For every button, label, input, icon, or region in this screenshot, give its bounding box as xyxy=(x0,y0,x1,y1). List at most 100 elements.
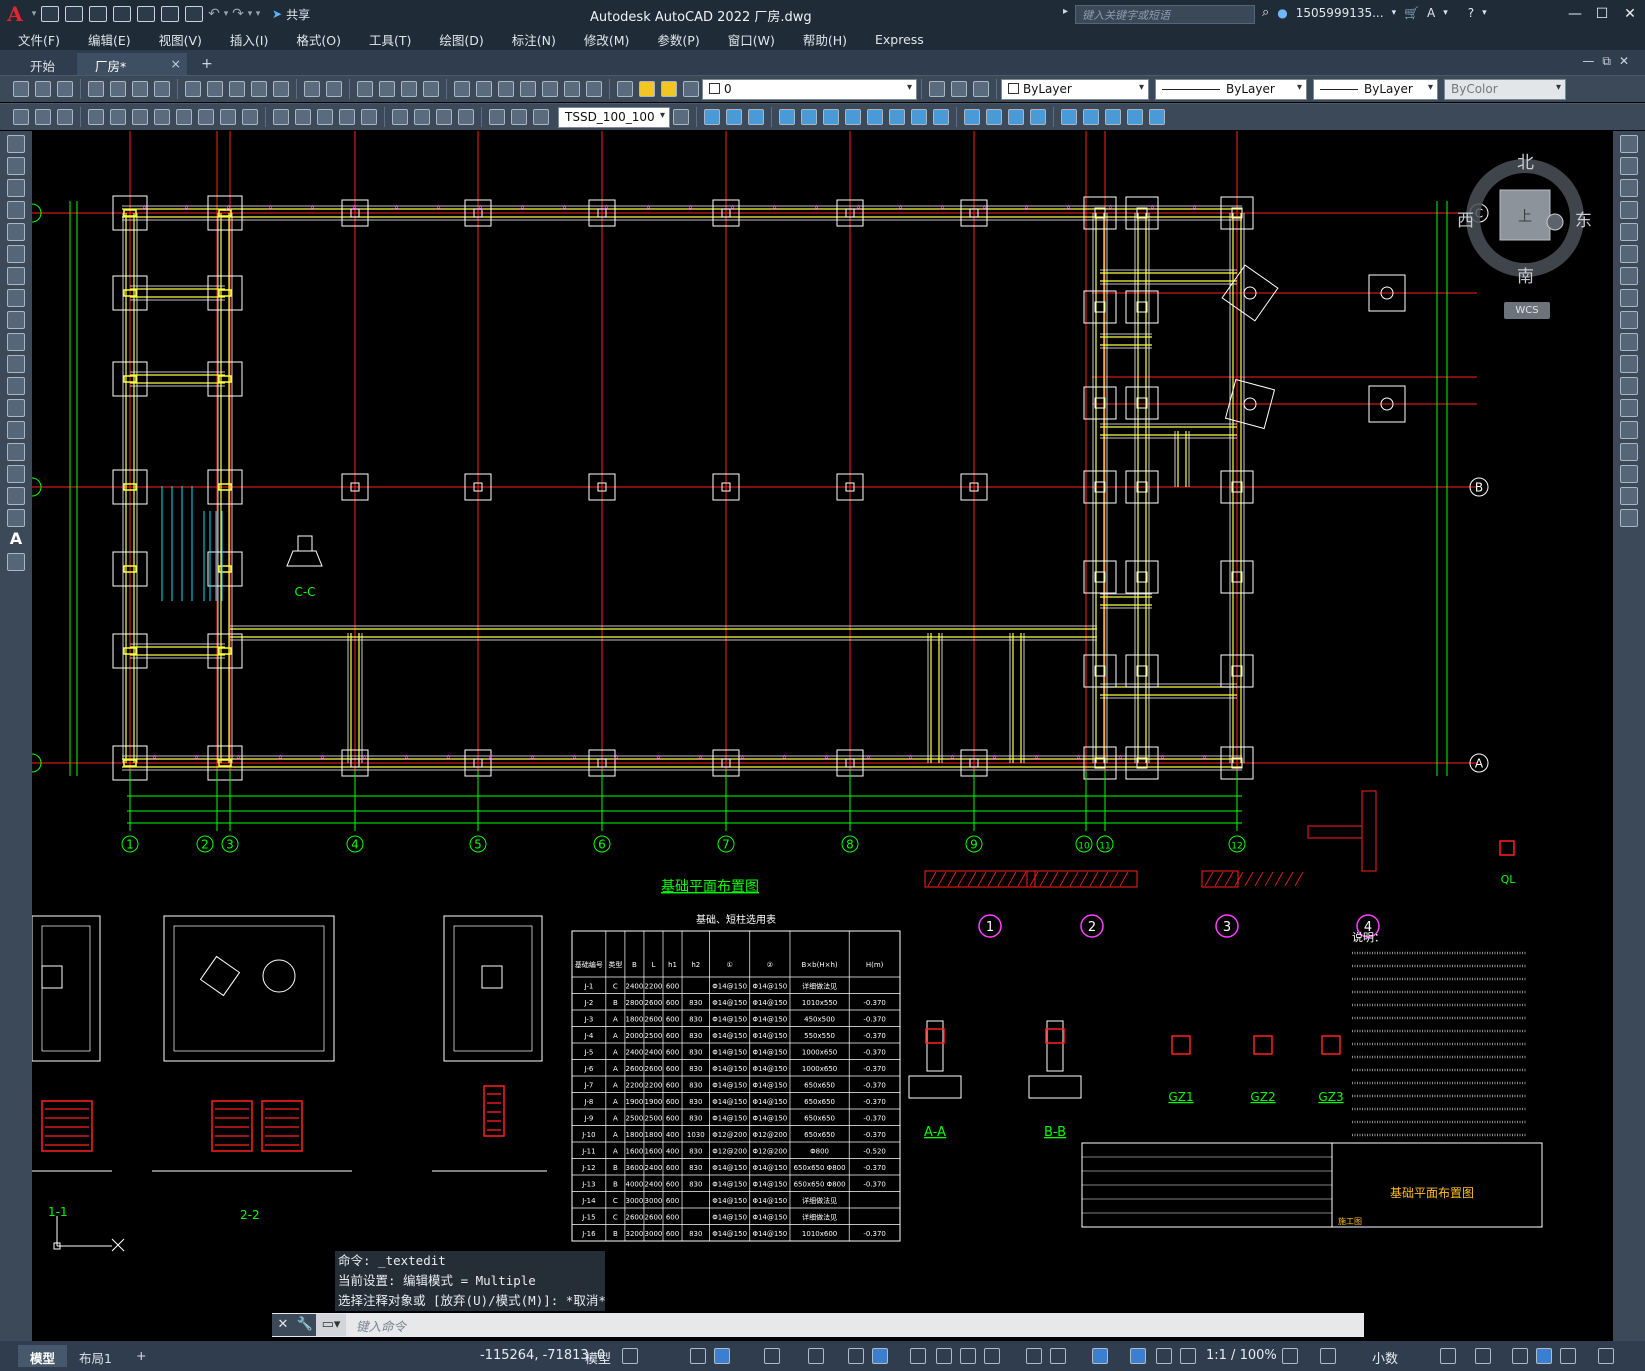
modify-1-icon[interactable] xyxy=(704,109,720,125)
quick-properties-icon[interactable] xyxy=(1440,1348,1456,1364)
search-expand-icon[interactable]: ▸ xyxy=(1063,6,1068,17)
compass-east[interactable]: 东 xyxy=(1575,206,1592,231)
radius-dim-icon[interactable] xyxy=(176,109,192,125)
autodesk-app-icon[interactable]: A xyxy=(1427,6,1435,20)
extend-icon[interactable] xyxy=(1620,355,1638,373)
infer-constraints-icon[interactable] xyxy=(690,1348,706,1364)
publish-icon[interactable] xyxy=(132,81,148,97)
menu-modify[interactable]: 修改(M) xyxy=(584,30,630,49)
help-dropdown-icon[interactable]: ▾ xyxy=(1482,8,1487,18)
design-center-icon[interactable] xyxy=(476,81,492,97)
menu-format[interactable]: 格式(O) xyxy=(296,30,341,49)
3d-dwf-icon[interactable] xyxy=(154,81,170,97)
move-icon[interactable] xyxy=(1620,245,1638,263)
modify-13-icon[interactable] xyxy=(986,109,1002,125)
trim-icon[interactable] xyxy=(1620,333,1638,351)
hatch-icon[interactable] xyxy=(7,443,25,461)
ellipse-arc-icon[interactable] xyxy=(7,355,25,373)
cut-icon[interactable] xyxy=(185,81,201,97)
user-dropdown-icon[interactable]: ▾ xyxy=(1392,8,1397,18)
customization-icon[interactable] xyxy=(1598,1348,1614,1364)
tab-start[interactable]: 开始 xyxy=(12,53,73,75)
compass-south[interactable]: 南 xyxy=(1517,262,1534,287)
compass-north[interactable]: 北 xyxy=(1517,148,1534,173)
menu-dimension[interactable]: 标注(N) xyxy=(512,30,556,49)
dim-break-icon[interactable] xyxy=(361,109,377,125)
app-dropdown-icon[interactable]: ▾ xyxy=(1443,8,1448,18)
construction-line-icon[interactable] xyxy=(7,157,25,175)
gizmo-icon[interactable] xyxy=(1092,1348,1108,1364)
make-current-icon[interactable] xyxy=(929,81,945,97)
scale-icon[interactable] xyxy=(1620,289,1638,307)
dimstyle-dropdown[interactable]: TSSD_100_100 xyxy=(558,106,670,128)
plot-icon[interactable] xyxy=(88,81,104,97)
color-dropdown[interactable]: ByLayer xyxy=(1001,78,1149,100)
help-icon[interactable]: ? xyxy=(1468,6,1474,20)
dim-edit-icon[interactable] xyxy=(489,109,505,125)
pan-icon[interactable] xyxy=(357,81,373,97)
object-snap-icon[interactable] xyxy=(872,1348,888,1364)
grid-icon[interactable] xyxy=(622,1348,638,1364)
modify-9-icon[interactable] xyxy=(889,109,905,125)
tssd-tool-2-icon[interactable] xyxy=(35,109,51,125)
properties-icon[interactable] xyxy=(454,81,470,97)
wcs-menu-button[interactable]: WCS xyxy=(1504,302,1550,319)
auto-scale-icon[interactable] xyxy=(1156,1348,1172,1364)
new-tab-button[interactable]: + xyxy=(191,53,223,75)
arc-length-icon[interactable] xyxy=(132,109,148,125)
modify-5-icon[interactable] xyxy=(801,109,817,125)
menu-parametric[interactable]: 参数(P) xyxy=(657,30,699,49)
continue-dim-icon[interactable] xyxy=(317,109,333,125)
command-input[interactable]: 键入命令 xyxy=(356,1316,406,1335)
share-button[interactable]: ➤ 共享 xyxy=(272,6,310,23)
tab-active-document[interactable]: 厂房* × xyxy=(77,53,188,75)
layer-dropdown[interactable]: 0 xyxy=(702,78,917,100)
menu-file[interactable]: 文件(F) xyxy=(18,30,60,49)
layer-states-icon[interactable] xyxy=(973,81,989,97)
redo-icon[interactable] xyxy=(326,81,342,97)
annotation-scale-icon[interactable] xyxy=(1180,1348,1196,1364)
menu-window[interactable]: 窗口(W) xyxy=(728,30,775,49)
save-icon[interactable] xyxy=(89,6,107,22)
menu-express[interactable]: Express xyxy=(875,32,924,47)
jogged-dim-icon[interactable] xyxy=(198,109,214,125)
add-selected-icon[interactable] xyxy=(7,553,25,571)
markup-icon[interactable] xyxy=(542,81,558,97)
drawing-canvas[interactable]: A A A A A A A A A A A A A A A A A A A A A A A A A A A A A A A A A A A A A A A A… xyxy=(22,131,1613,1341)
model-space-button[interactable]: 模型 xyxy=(585,1348,611,1367)
baseline-dim-icon[interactable] xyxy=(295,109,311,125)
app-menu-chevron-icon[interactable]: ▾ xyxy=(30,9,38,19)
tab-close-icon[interactable]: × xyxy=(171,56,181,71)
break-icon[interactable] xyxy=(1620,399,1638,417)
cart-icon[interactable]: 🛒 xyxy=(1404,6,1419,20)
tssd-tool-1-icon[interactable] xyxy=(13,109,29,125)
polygon-icon[interactable] xyxy=(7,201,25,219)
modify-12-icon[interactable] xyxy=(964,109,980,125)
tool-palettes-icon[interactable] xyxy=(498,81,514,97)
offset-icon[interactable] xyxy=(1620,201,1638,219)
3d-osnap-icon[interactable] xyxy=(984,1348,1000,1364)
spline-icon[interactable] xyxy=(7,311,25,329)
tolerance-icon[interactable] xyxy=(392,109,408,125)
chamfer-icon[interactable] xyxy=(1620,443,1638,461)
minimize-button[interactable]: — xyxy=(1560,2,1590,26)
quick-dim-icon[interactable] xyxy=(273,109,289,125)
modify-15-icon[interactable] xyxy=(1030,109,1046,125)
compass-west[interactable]: 西 xyxy=(1457,206,1474,231)
modify-3-icon[interactable] xyxy=(748,109,764,125)
zoom-realtime-icon[interactable] xyxy=(379,81,395,97)
close-button[interactable]: ✕ xyxy=(1615,2,1645,26)
annotation-monitor-icon[interactable] xyxy=(1320,1348,1336,1364)
modify-19-icon[interactable] xyxy=(1127,109,1143,125)
transparency-icon[interactable] xyxy=(936,1348,952,1364)
web-mobile-open-icon[interactable] xyxy=(137,6,155,22)
revision-cloud-icon[interactable] xyxy=(7,289,25,307)
polyline-icon[interactable] xyxy=(7,179,25,197)
aligned-dim-icon[interactable] xyxy=(110,109,126,125)
linear-dim-icon[interactable] xyxy=(88,109,104,125)
modify-18-icon[interactable] xyxy=(1105,109,1121,125)
mirror-icon[interactable] xyxy=(1620,179,1638,197)
ortho-icon[interactable] xyxy=(714,1348,730,1364)
lineweight-icon[interactable] xyxy=(910,1348,926,1364)
new-file-icon[interactable] xyxy=(41,6,59,22)
